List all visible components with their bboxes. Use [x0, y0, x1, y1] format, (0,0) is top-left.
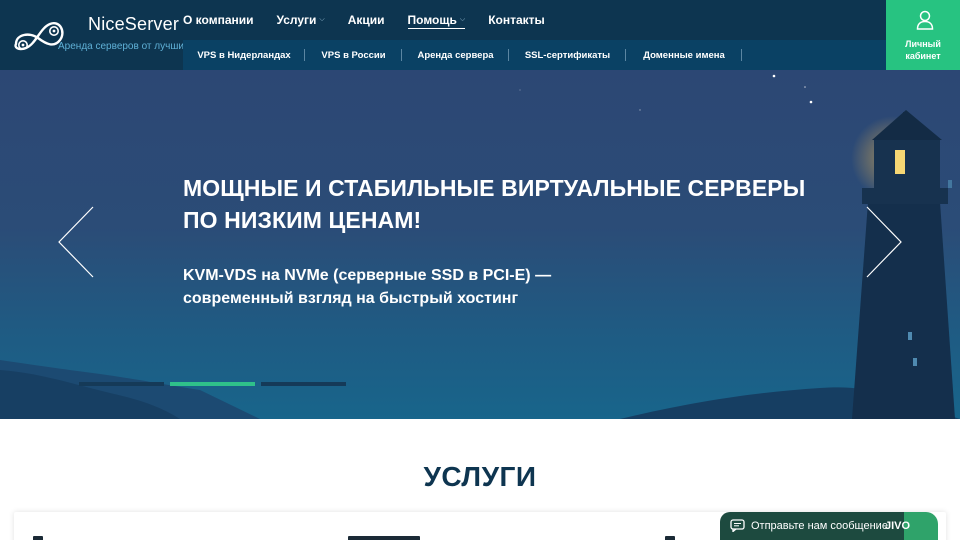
- nav-item-label: Услуги: [276, 13, 317, 27]
- subnav-item-vps-netherlands[interactable]: VPS в Нидерландах: [183, 40, 305, 70]
- subnav-item-label: Аренда сервера: [417, 49, 494, 61]
- subnav-item-label: VPS в России: [321, 49, 386, 61]
- lighthouse-night-illustration: [0, 74, 960, 419]
- site-logo[interactable]: NiceServer Аренда серверов от лучших: [10, 12, 189, 58]
- hero-title: МОЩНЫЕ И СТАБИЛЬНЫЕ ВИРТУАЛЬНЫЕ СЕРВЕРЫ …: [183, 172, 843, 236]
- chevron-down-icon: ⌵: [459, 16, 466, 23]
- brand-tagline: Аренда серверов от лучших: [58, 41, 189, 52]
- slider-dot-1[interactable]: [79, 382, 164, 386]
- account-label-line1: Личный: [905, 39, 941, 49]
- chevron-down-icon: ⌵: [319, 16, 325, 23]
- chat-label: Отправьте нам сообщение: [751, 520, 888, 532]
- nav-item-about[interactable]: О компании: [183, 0, 254, 40]
- nav-item-label: О компании: [183, 13, 254, 27]
- nav-item-help[interactable]: Помощь ⌵: [407, 0, 466, 40]
- slider-pagination: [79, 382, 352, 386]
- main-nav: О компании Услуги ⌵ Акции Помощь ⌵ Конта…: [183, 0, 568, 40]
- hero-subtitle: KVM-VDS на NVMe (серверные SSD в PCI-E) …: [183, 264, 703, 310]
- subnav-item-domains[interactable]: Доменные имена: [626, 40, 742, 70]
- nav-item-contacts[interactable]: Контакты: [488, 0, 545, 40]
- nav-item-label: Помощь: [407, 13, 457, 27]
- hero-subtitle-line1: KVM-VDS на NVMe (серверные SSD в PCI-E) …: [183, 267, 552, 284]
- hero-slider: МОЩНЫЕ И СТАБИЛЬНЫЕ ВИРТУАЛЬНЫЕ СЕРВЕРЫ …: [0, 70, 960, 419]
- site-header: NiceServer Аренда серверов от лучших О к…: [0, 0, 960, 70]
- chevron-left-icon[interactable]: [57, 206, 95, 278]
- slider-dot-2[interactable]: [170, 382, 255, 386]
- chat-brand: JIVO: [885, 520, 911, 532]
- subnav-item-vps-russia[interactable]: VPS в России: [305, 40, 402, 70]
- chat-bubble-icon: [730, 519, 745, 532]
- card-text-fragment: [348, 536, 420, 540]
- nav-item-label: Акции: [347, 13, 385, 27]
- hero-title-line1: МОЩНЫЕ И СТАБИЛЬНЫЕ ВИРТУАЛЬНЫЕ СЕРВЕРЫ: [183, 175, 806, 201]
- account-button[interactable]: Личный кабинет: [886, 0, 960, 70]
- card-text-fragment: [665, 536, 675, 540]
- subnav-item-label: VPS в Нидерландах: [197, 49, 291, 61]
- slider-dot-3[interactable]: [261, 382, 346, 386]
- card-text-fragment: [33, 536, 43, 540]
- chevron-right-icon[interactable]: [865, 206, 903, 278]
- services-subnav: VPS в Нидерландах VPS в России Аренда се…: [183, 40, 886, 70]
- nav-item-label: Контакты: [488, 13, 545, 27]
- subnav-item-ssl[interactable]: SSL-сертификаты: [509, 40, 626, 70]
- nav-item-services[interactable]: Услуги ⌵: [277, 0, 325, 40]
- hero-title-line2: ПО НИЗКИМ ЦЕНАМ!: [183, 207, 422, 233]
- chat-widget[interactable]: Отправьте нам сообщение JIVO: [720, 512, 938, 540]
- hero-subtitle-line2: современный взгляд на быстрый хостинг: [183, 290, 519, 307]
- account-label: Личный кабинет: [886, 38, 960, 62]
- user-icon: [916, 10, 934, 30]
- subnav-item-label: Доменные имена: [643, 49, 725, 61]
- account-label-line2: кабинет: [905, 51, 941, 61]
- nav-item-promotions[interactable]: Акции: [348, 0, 385, 40]
- services-heading: УСЛУГИ: [423, 461, 537, 492]
- subnav-item-label: SSL-сертификаты: [524, 49, 611, 61]
- subnav-item-server-rental[interactable]: Аренда сервера: [402, 40, 509, 70]
- brand-name: NiceServer: [88, 14, 180, 34]
